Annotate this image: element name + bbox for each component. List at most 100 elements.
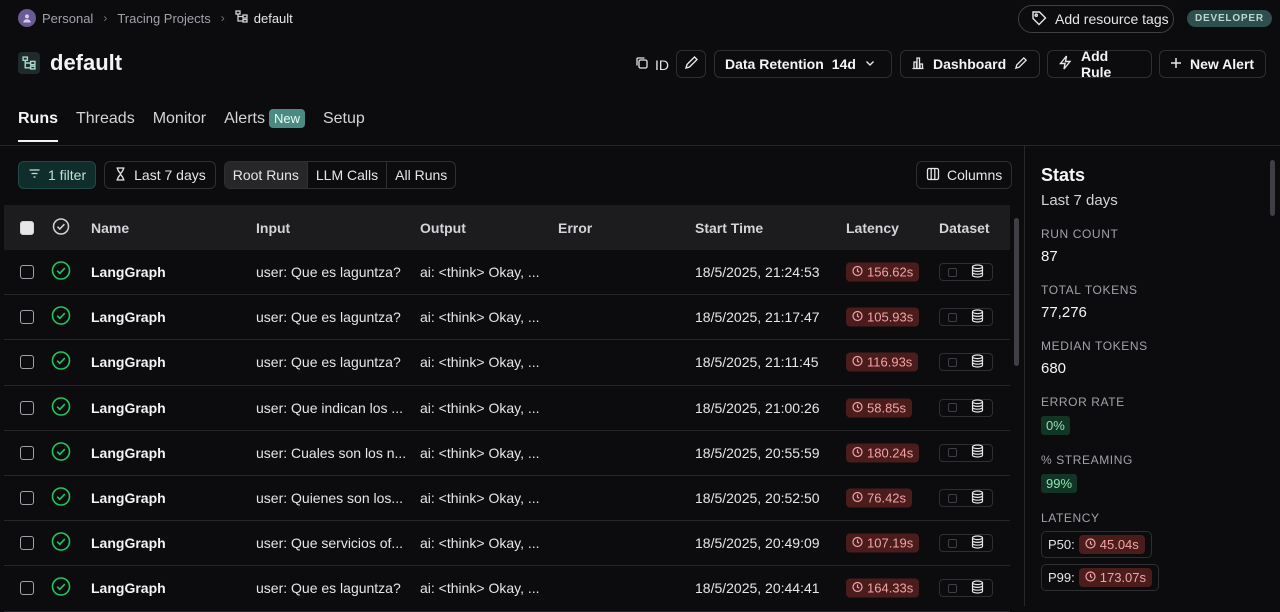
dataset-checkbox[interactable]	[948, 267, 957, 277]
run-output[interactable]: ai: <think> Okay, ...	[420, 490, 540, 506]
run-input[interactable]: user: Cuales son los n...	[256, 445, 406, 461]
run-name[interactable]: LangGraph	[91, 445, 166, 461]
table-row[interactable]: LangGraph user: Que es laguntza? ai: <thin…	[4, 250, 1010, 296]
user-avatar-icon[interactable]	[18, 9, 36, 27]
column-header-input[interactable]: Input	[256, 220, 290, 236]
tab-setup[interactable]: Setup	[323, 110, 365, 142]
dataset-checkbox[interactable]	[948, 357, 957, 367]
dataset-cell[interactable]	[939, 353, 993, 372]
database-icon[interactable]	[971, 309, 984, 326]
select-all-checkbox[interactable]	[20, 220, 34, 235]
dataset-cell[interactable]	[939, 398, 993, 417]
column-header-dataset[interactable]: Dataset	[939, 220, 990, 236]
tab-threads[interactable]: Threads	[76, 110, 135, 142]
run-output[interactable]: ai: <think> Okay, ...	[420, 309, 540, 325]
run-output[interactable]: ai: <think> Okay, ...	[420, 354, 540, 370]
row-checkbox[interactable]	[20, 581, 34, 596]
dataset-checkbox[interactable]	[948, 538, 957, 548]
database-icon[interactable]	[971, 444, 984, 461]
dataset-checkbox[interactable]	[948, 403, 957, 413]
dataset-cell[interactable]	[939, 263, 993, 282]
filter-button[interactable]: 1 filter	[18, 161, 97, 189]
run-output[interactable]: ai: <think> Okay, ...	[420, 400, 540, 416]
add-rule-button[interactable]: Add Rule	[1047, 48, 1152, 80]
run-name[interactable]: LangGraph	[91, 490, 166, 506]
database-icon[interactable]	[971, 535, 984, 552]
run-output[interactable]: ai: <think> Okay, ...	[420, 264, 540, 280]
run-input[interactable]: user: Que es laguntza?	[256, 354, 401, 370]
database-icon[interactable]	[971, 399, 984, 416]
dataset-checkbox[interactable]	[948, 583, 957, 593]
stats-scrollbar[interactable]	[1270, 160, 1275, 216]
tab-monitor[interactable]: Monitor	[153, 110, 206, 142]
database-icon[interactable]	[971, 354, 984, 371]
date-range-button[interactable]: Last 7 days	[104, 161, 216, 189]
dataset-cell[interactable]	[939, 308, 993, 327]
database-icon[interactable]	[971, 580, 984, 597]
row-checkbox[interactable]	[20, 400, 34, 415]
dataset-checkbox[interactable]	[948, 448, 957, 458]
run-input[interactable]: user: Que es laguntza?	[256, 309, 401, 325]
column-header-output[interactable]: Output	[420, 220, 466, 236]
row-checkbox[interactable]	[20, 445, 34, 460]
run-output[interactable]: ai: <think> Okay, ...	[420, 535, 540, 551]
row-checkbox[interactable]	[20, 310, 34, 325]
dataset-cell[interactable]	[939, 579, 993, 598]
run-name[interactable]: LangGraph	[91, 400, 166, 416]
breadcrumb-workspace[interactable]: Personal	[42, 11, 93, 26]
run-name[interactable]: LangGraph	[91, 309, 166, 325]
table-row[interactable]: LangGraph user: Que es laguntza? ai: <thin…	[4, 566, 1010, 612]
run-name[interactable]: LangGraph	[91, 354, 166, 370]
breadcrumb-project[interactable]: default	[254, 11, 293, 26]
column-header-start-time[interactable]: Start Time	[695, 220, 763, 236]
row-checkbox[interactable]	[20, 491, 34, 506]
run-name[interactable]: LangGraph	[91, 580, 166, 596]
edit-project-button[interactable]	[676, 50, 706, 78]
run-name[interactable]: LangGraph	[91, 535, 166, 551]
table-row[interactable]: LangGraph user: Que es laguntza? ai: <thin…	[4, 340, 1010, 386]
tab-alerts[interactable]: Alerts New	[224, 109, 305, 142]
run-output[interactable]: ai: <think> Okay, ...	[420, 580, 540, 596]
database-icon[interactable]	[971, 263, 984, 281]
column-header-latency[interactable]: Latency	[846, 220, 899, 236]
copy-id-button[interactable]: ID	[635, 56, 669, 73]
run-output[interactable]: ai: <think> Okay, ...	[420, 445, 540, 461]
new-alert-button[interactable]: New Alert	[1159, 50, 1266, 78]
run-name[interactable]: LangGraph	[91, 264, 166, 280]
row-checkbox[interactable]	[20, 536, 34, 551]
run-input[interactable]: user: Quienes son los...	[256, 490, 403, 506]
table-scrollbar[interactable]	[1014, 218, 1019, 366]
column-header-name[interactable]: Name	[91, 220, 129, 236]
dataset-cell[interactable]	[939, 489, 993, 508]
dataset-cell[interactable]	[939, 534, 993, 553]
llm-calls-option[interactable]: LLM Calls	[308, 162, 388, 188]
database-icon[interactable]	[971, 489, 984, 507]
add-resource-tags-button[interactable]: Add resource tags	[1018, 5, 1174, 33]
root-runs-option[interactable]: Root Runs	[224, 162, 308, 188]
dataset-checkbox[interactable]	[948, 312, 957, 322]
run-latency: 156.62s	[867, 264, 914, 280]
table-row[interactable]: LangGraph user: Que indican los ... ai: <t…	[4, 386, 1010, 431]
run-input[interactable]: user: Que indican los ...	[256, 400, 403, 416]
dataset-checkbox[interactable]	[948, 493, 957, 503]
table-row[interactable]: LangGraph user: Quienes son los... ai: <th…	[4, 476, 1010, 522]
all-runs-option[interactable]: All Runs	[387, 162, 455, 188]
columns-button[interactable]: Columns	[916, 161, 1013, 189]
row-checkbox[interactable]	[20, 265, 34, 280]
table-row[interactable]: LangGraph user: Cuales son los n... ai: <t…	[4, 431, 1010, 476]
row-checkbox[interactable]	[20, 355, 34, 370]
table-row[interactable]: LangGraph user: Que es laguntza? ai: <thin…	[4, 295, 1010, 341]
dataset-cell[interactable]	[939, 443, 993, 462]
dashboard-button[interactable]: Dashboard	[900, 50, 1040, 78]
tab-runs[interactable]: Runs	[18, 110, 58, 142]
run-input[interactable]: user: Que servicios of...	[256, 535, 403, 551]
table-row[interactable]: LangGraph user: Que servicios of... ai: <t…	[4, 521, 1010, 567]
breadcrumb-section[interactable]: Tracing Projects	[117, 11, 210, 26]
pencil-icon[interactable]	[1014, 56, 1028, 73]
new-alert-label: New Alert	[1190, 56, 1255, 72]
streaming-value: 99%	[1041, 474, 1078, 493]
column-header-error[interactable]: Error	[558, 220, 592, 236]
run-input[interactable]: user: Que es laguntza?	[256, 580, 401, 596]
data-retention-select[interactable]: Data Retention 14d	[714, 50, 892, 78]
run-input[interactable]: user: Que es laguntza?	[256, 264, 401, 280]
